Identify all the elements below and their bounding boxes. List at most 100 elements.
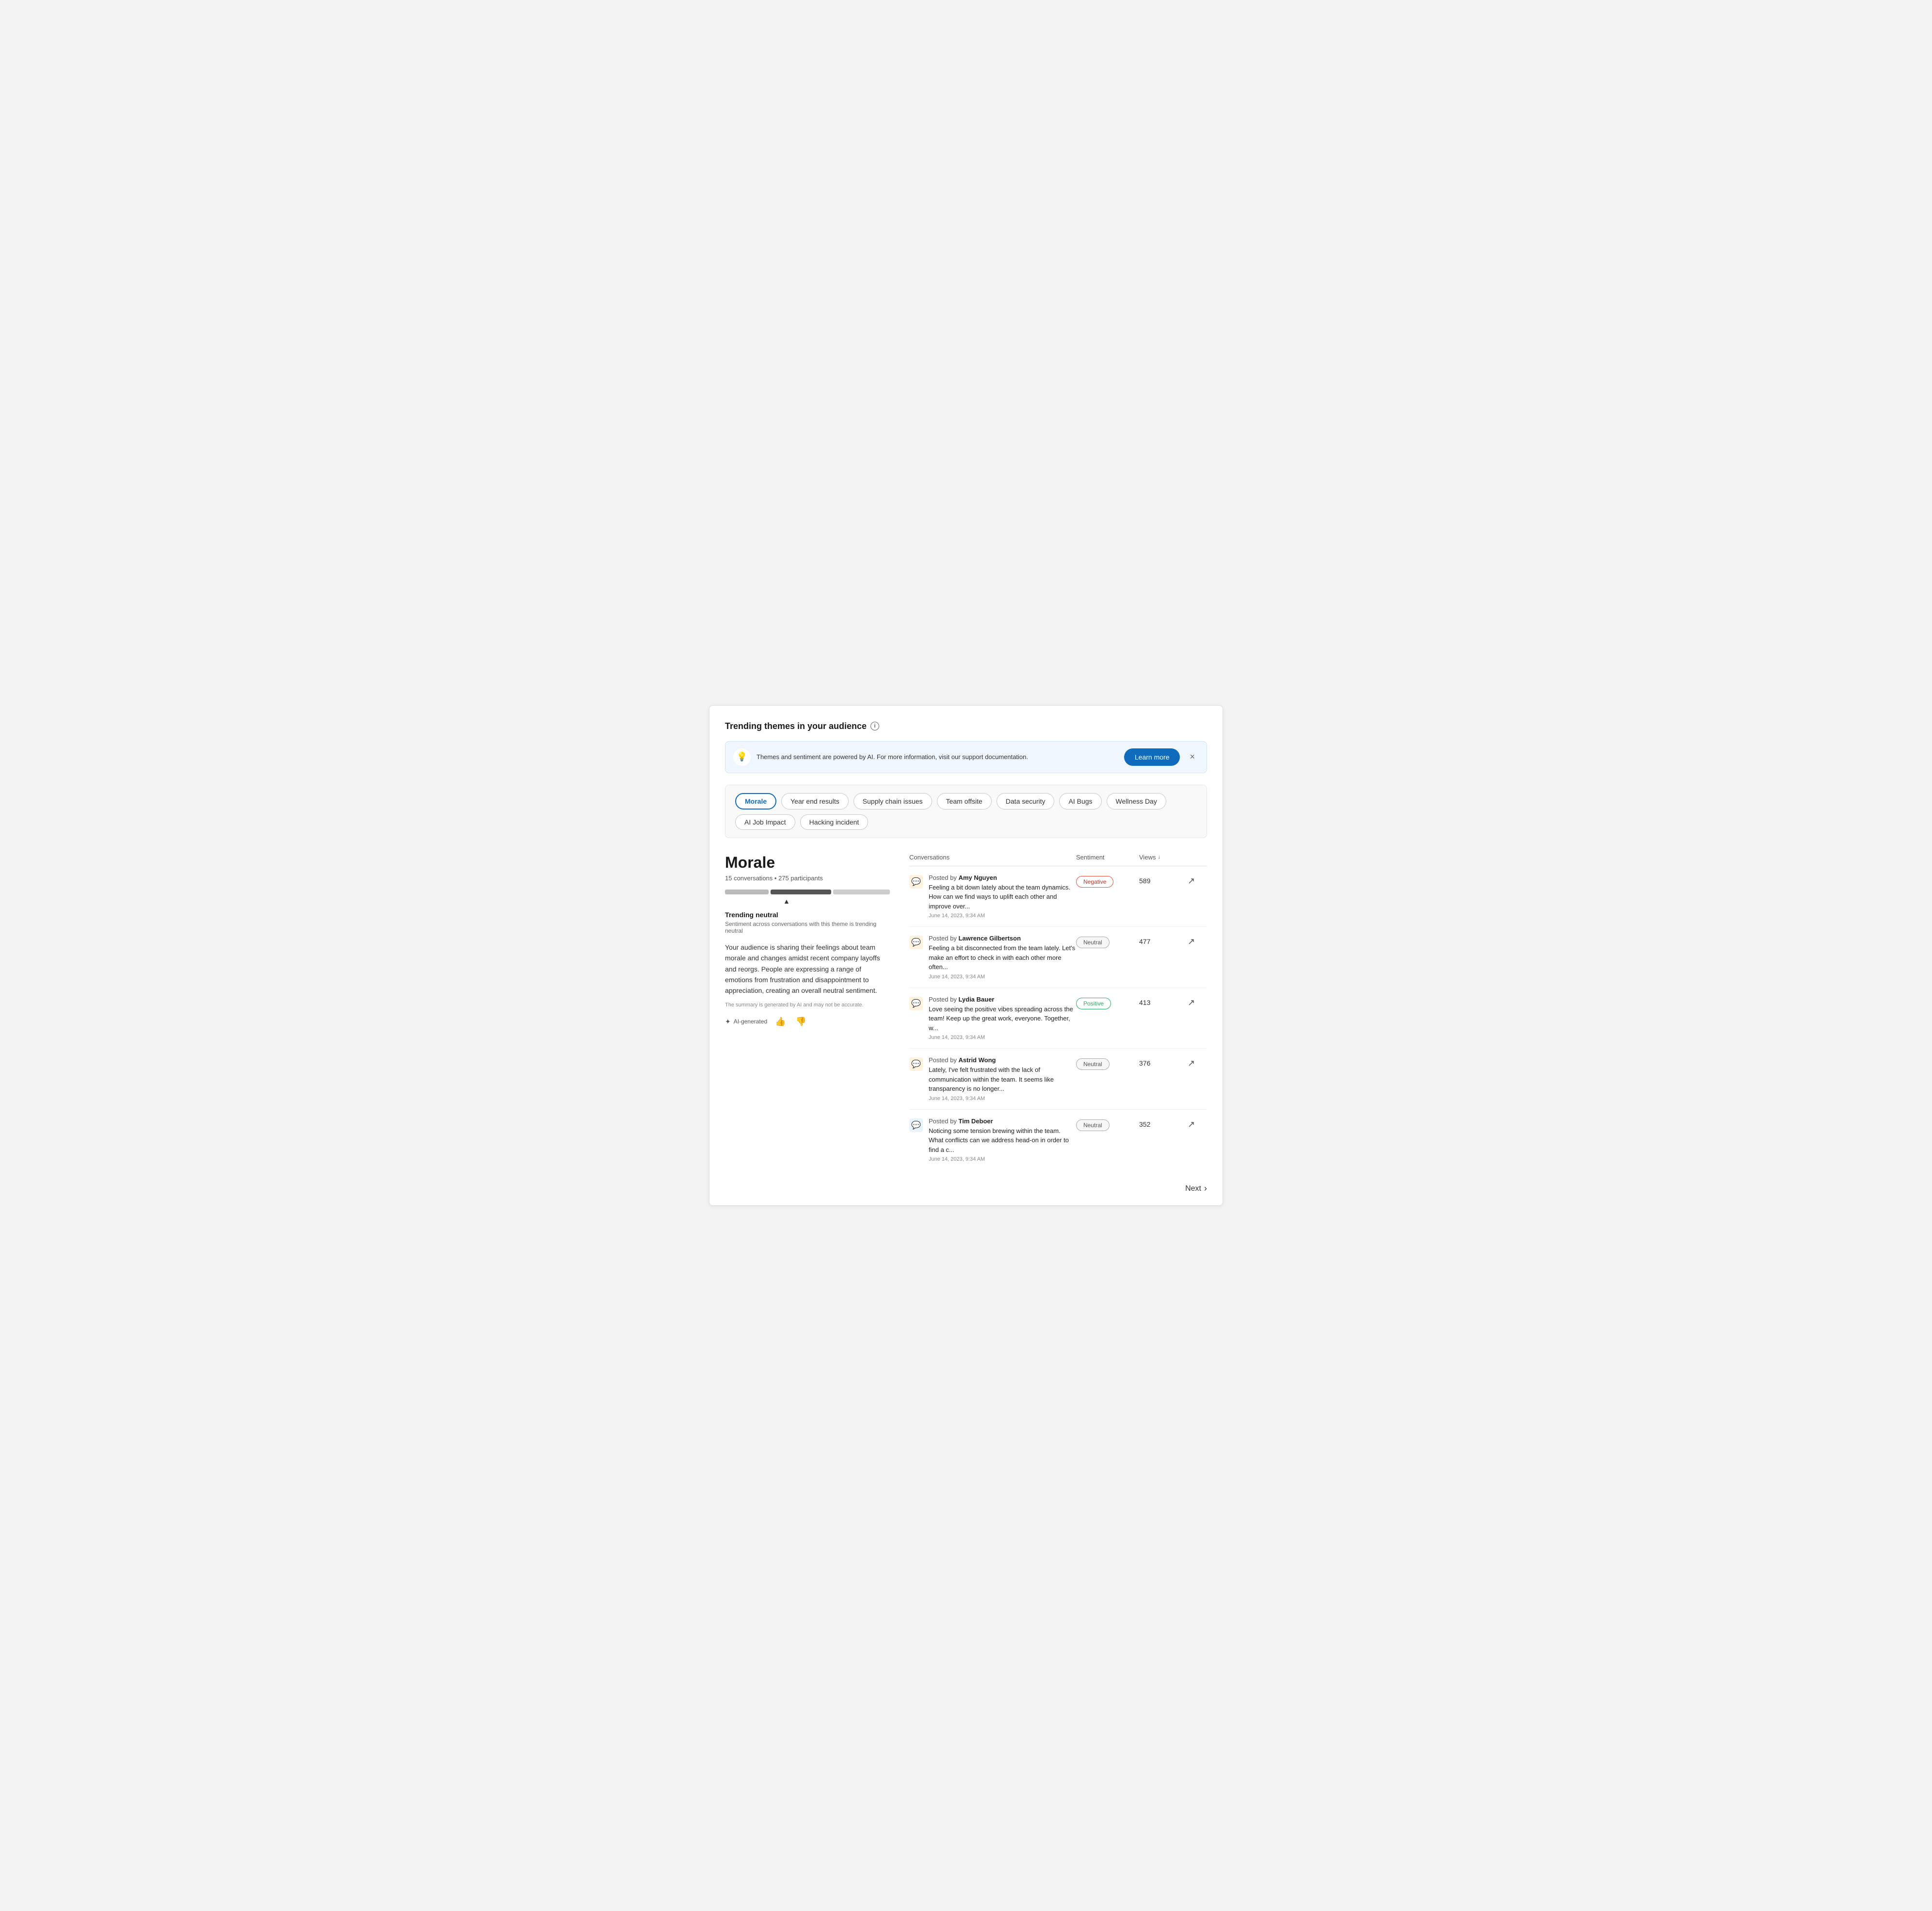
themes-section: Morale Year end resultsSupply chain issue… [725,785,1207,838]
ai-generated-label: AI-generated [734,1018,767,1025]
theme-tag-year-end-results[interactable]: Year end results [781,793,849,810]
left-panel: Morale 15 conversations • 275 participan… [725,854,890,1194]
banner-text: Themes and sentiment are powered by AI. … [757,753,1118,761]
conv-author-0: Posted by Amy Nguyen [929,874,1076,881]
banner-close-button[interactable]: × [1186,750,1199,764]
theme-tag-ai-bugs[interactable]: AI Bugs [1059,793,1101,810]
bar-neutral [771,890,832,894]
main-content: Morale 15 conversations • 275 participan… [725,854,1207,1194]
conv-text-0: Feeling a bit down lately about the team… [929,883,1076,911]
header-conversations: Conversations [909,854,1076,861]
sentiment-badge-0: Negative [1076,876,1113,888]
bar-arrow: ▲ [783,897,890,905]
conv-views-0: 589 [1139,874,1188,885]
thumbs-up-button[interactable]: 👍 [773,1016,788,1028]
conv-views-4: 352 [1139,1117,1188,1128]
table-row: 💬 Posted by Astrid Wong Lately, I've fel… [909,1049,1207,1110]
main-card: Trending themes in your audience i 💡 The… [709,705,1223,1206]
ai-banner: 💡 Themes and sentiment are powered by AI… [725,741,1207,773]
conv-main-2: 💬 Posted by Lydia Bauer Love seeing the … [909,996,1076,1041]
conv-icon-0: 💬 [909,875,923,889]
sentiment-badge-1: Neutral [1076,937,1110,948]
conv-sentiment-0: Negative [1076,874,1139,888]
conv-date-1: June 14, 2023, 9:34 AM [929,974,1076,980]
next-footer: Next › [909,1178,1207,1194]
conv-views-2: 413 [1139,996,1188,1006]
conversation-rows: 💬 Posted by Amy Nguyen Feeling a bit dow… [909,866,1207,1170]
detail-title: Morale [725,854,890,872]
next-label: Next [1185,1184,1201,1193]
table-row: 💬 Posted by Tim Deboer Noticing some ten… [909,1110,1207,1170]
trend-icon-1[interactable]: ↗ [1188,935,1207,947]
trend-icon-2[interactable]: ↗ [1188,996,1207,1008]
conv-text-3: Lately, I've felt frustrated with the la… [929,1065,1076,1094]
conv-icon-2: 💬 [909,997,923,1010]
conv-body-0: Posted by Amy Nguyen Feeling a bit down … [929,874,1076,919]
trend-icon-0[interactable]: ↗ [1188,874,1207,886]
conv-sentiment-4: Neutral [1076,1117,1139,1131]
sort-arrow-icon: ↓ [1158,854,1160,860]
table-header: Conversations Sentiment Views ↓ [909,854,1207,866]
table-row: 💬 Posted by Amy Nguyen Feeling a bit dow… [909,866,1207,927]
theme-tag-team-offsite[interactable]: Team offsite [937,793,992,810]
page-title: Trending themes in your audience [725,721,867,731]
sentiment-badge-4: Neutral [1076,1119,1110,1131]
page-title-row: Trending themes in your audience i [725,721,1207,731]
info-icon[interactable]: i [870,722,879,730]
detail-stats: 15 conversations • 275 participants [725,875,890,882]
conv-icon-1: 💬 [909,936,923,949]
ai-banner-icon: 💡 [733,748,751,766]
theme-tag-morale[interactable]: Morale [735,793,776,810]
theme-description: Your audience is sharing their feelings … [725,942,890,996]
conv-body-4: Posted by Tim Deboer Noticing some tensi… [929,1117,1076,1163]
sentiment-bar [725,890,890,894]
theme-tag-supply-chain-issues[interactable]: Supply chain issues [853,793,932,810]
conv-text-2: Love seeing the positive vibes spreading… [929,1004,1076,1033]
sparkle-icon: ✦ [725,1018,731,1026]
table-row: 💬 Posted by Lawrence Gilbertson Feeling … [909,927,1207,988]
right-panel: Conversations Sentiment Views ↓ 💬 Posted… [909,854,1207,1194]
header-views: Views ↓ [1139,854,1188,861]
conv-body-3: Posted by Astrid Wong Lately, I've felt … [929,1056,1076,1101]
theme-tag-ai-job-impact[interactable]: AI Job Impact [735,814,795,830]
conv-sentiment-2: Positive [1076,996,1139,1009]
theme-tag-data-security[interactable]: Data security [997,793,1055,810]
learn-more-button[interactable]: Learn more [1124,748,1180,766]
ai-footer: ✦ AI-generated 👍 👎 [725,1016,890,1028]
bar-positive [833,890,890,894]
conv-body-1: Posted by Lawrence Gilbertson Feeling a … [929,935,1076,980]
next-button[interactable]: Next › [1185,1183,1207,1194]
conv-author-1: Posted by Lawrence Gilbertson [929,935,1076,942]
conv-main-0: 💬 Posted by Amy Nguyen Feeling a bit dow… [909,874,1076,919]
conv-text-4: Noticing some tension brewing within the… [929,1126,1076,1155]
conv-sentiment-1: Neutral [1076,935,1139,948]
conv-main-3: 💬 Posted by Astrid Wong Lately, I've fel… [909,1056,1076,1101]
participants-count: 275 participants [778,875,823,882]
theme-tag-wellness-day[interactable]: Wellness Day [1107,793,1166,810]
conv-sentiment-3: Neutral [1076,1056,1139,1070]
thumbs-down-button[interactable]: 👎 [794,1016,808,1028]
conv-author-4: Posted by Tim Deboer [929,1117,1076,1125]
theme-tag-hacking-incident[interactable]: Hacking incident [800,814,869,830]
conversations-count: 15 conversations [725,875,773,882]
conv-date-0: June 14, 2023, 9:34 AM [929,913,1076,919]
ai-disclaimer: The summary is generated by AI and may n… [725,1002,890,1008]
sentiment-badge-3: Neutral [1076,1058,1110,1070]
conv-date-2: June 14, 2023, 9:34 AM [929,1035,1076,1040]
trend-icon-3[interactable]: ↗ [1188,1056,1207,1069]
themes-tags: Morale Year end resultsSupply chain issue… [735,793,1197,830]
conv-author-3: Posted by Astrid Wong [929,1056,1076,1064]
trend-icon-4[interactable]: ↗ [1188,1117,1207,1130]
conv-main-4: 💬 Posted by Tim Deboer Noticing some ten… [909,1117,1076,1163]
ai-generated-badge: ✦ AI-generated [725,1018,767,1026]
table-row: 💬 Posted by Lydia Bauer Love seeing the … [909,988,1207,1049]
conv-body-2: Posted by Lydia Bauer Love seeing the po… [929,996,1076,1041]
next-chevron-icon: › [1204,1183,1207,1194]
conv-author-2: Posted by Lydia Bauer [929,996,1076,1003]
bar-negative [725,890,769,894]
sentiment-badge-2: Positive [1076,998,1111,1009]
header-action [1188,854,1207,861]
conv-main-1: 💬 Posted by Lawrence Gilbertson Feeling … [909,935,1076,980]
header-sentiment: Sentiment [1076,854,1139,861]
conv-views-3: 376 [1139,1056,1188,1067]
